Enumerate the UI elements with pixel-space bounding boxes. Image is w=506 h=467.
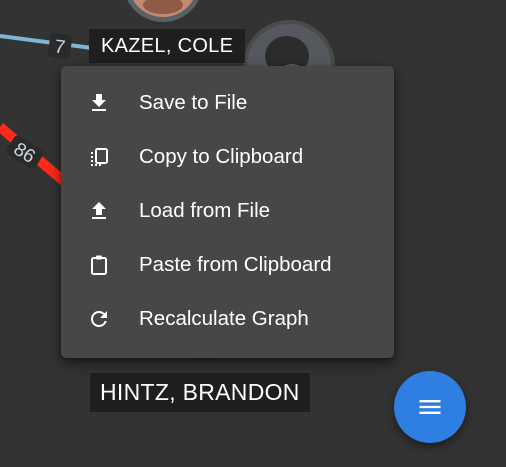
menu-item-label: Recalculate Graph	[139, 307, 309, 330]
menu-item-save-to-file[interactable]: Save to File	[61, 76, 394, 130]
refresh-icon	[87, 307, 111, 331]
menu-item-recalculate-graph[interactable]: Recalculate Graph	[61, 292, 394, 346]
context-menu: Save to File Copy to Clipboard Load from…	[61, 66, 394, 358]
clipboard-icon	[87, 253, 111, 277]
menu-item-label: Copy to Clipboard	[139, 145, 304, 168]
download-icon	[87, 91, 111, 115]
menu-item-label: Paste from Clipboard	[139, 253, 332, 276]
menu-item-copy-to-clipboard[interactable]: Copy to Clipboard	[61, 130, 394, 184]
graph-edge-blue[interactable]	[0, 34, 93, 50]
upload-icon	[87, 199, 111, 223]
menu-item-load-from-file[interactable]: Load from File	[61, 184, 394, 238]
menu-item-paste-from-clipboard[interactable]: Paste from Clipboard	[61, 238, 394, 292]
menu-fab-button[interactable]	[394, 371, 466, 443]
node-label-kazel[interactable]: KAZEL, COLE	[89, 29, 246, 63]
node-label-hintz[interactable]: HINTZ, BRANDON	[90, 373, 310, 412]
copy-icon	[87, 145, 111, 169]
menu-icon	[419, 400, 441, 414]
edge-weight-badge-7: 7	[47, 33, 73, 59]
avatar-node-top[interactable]	[123, 0, 203, 22]
menu-item-label: Load from File	[139, 199, 271, 222]
menu-item-label: Save to File	[139, 91, 248, 114]
